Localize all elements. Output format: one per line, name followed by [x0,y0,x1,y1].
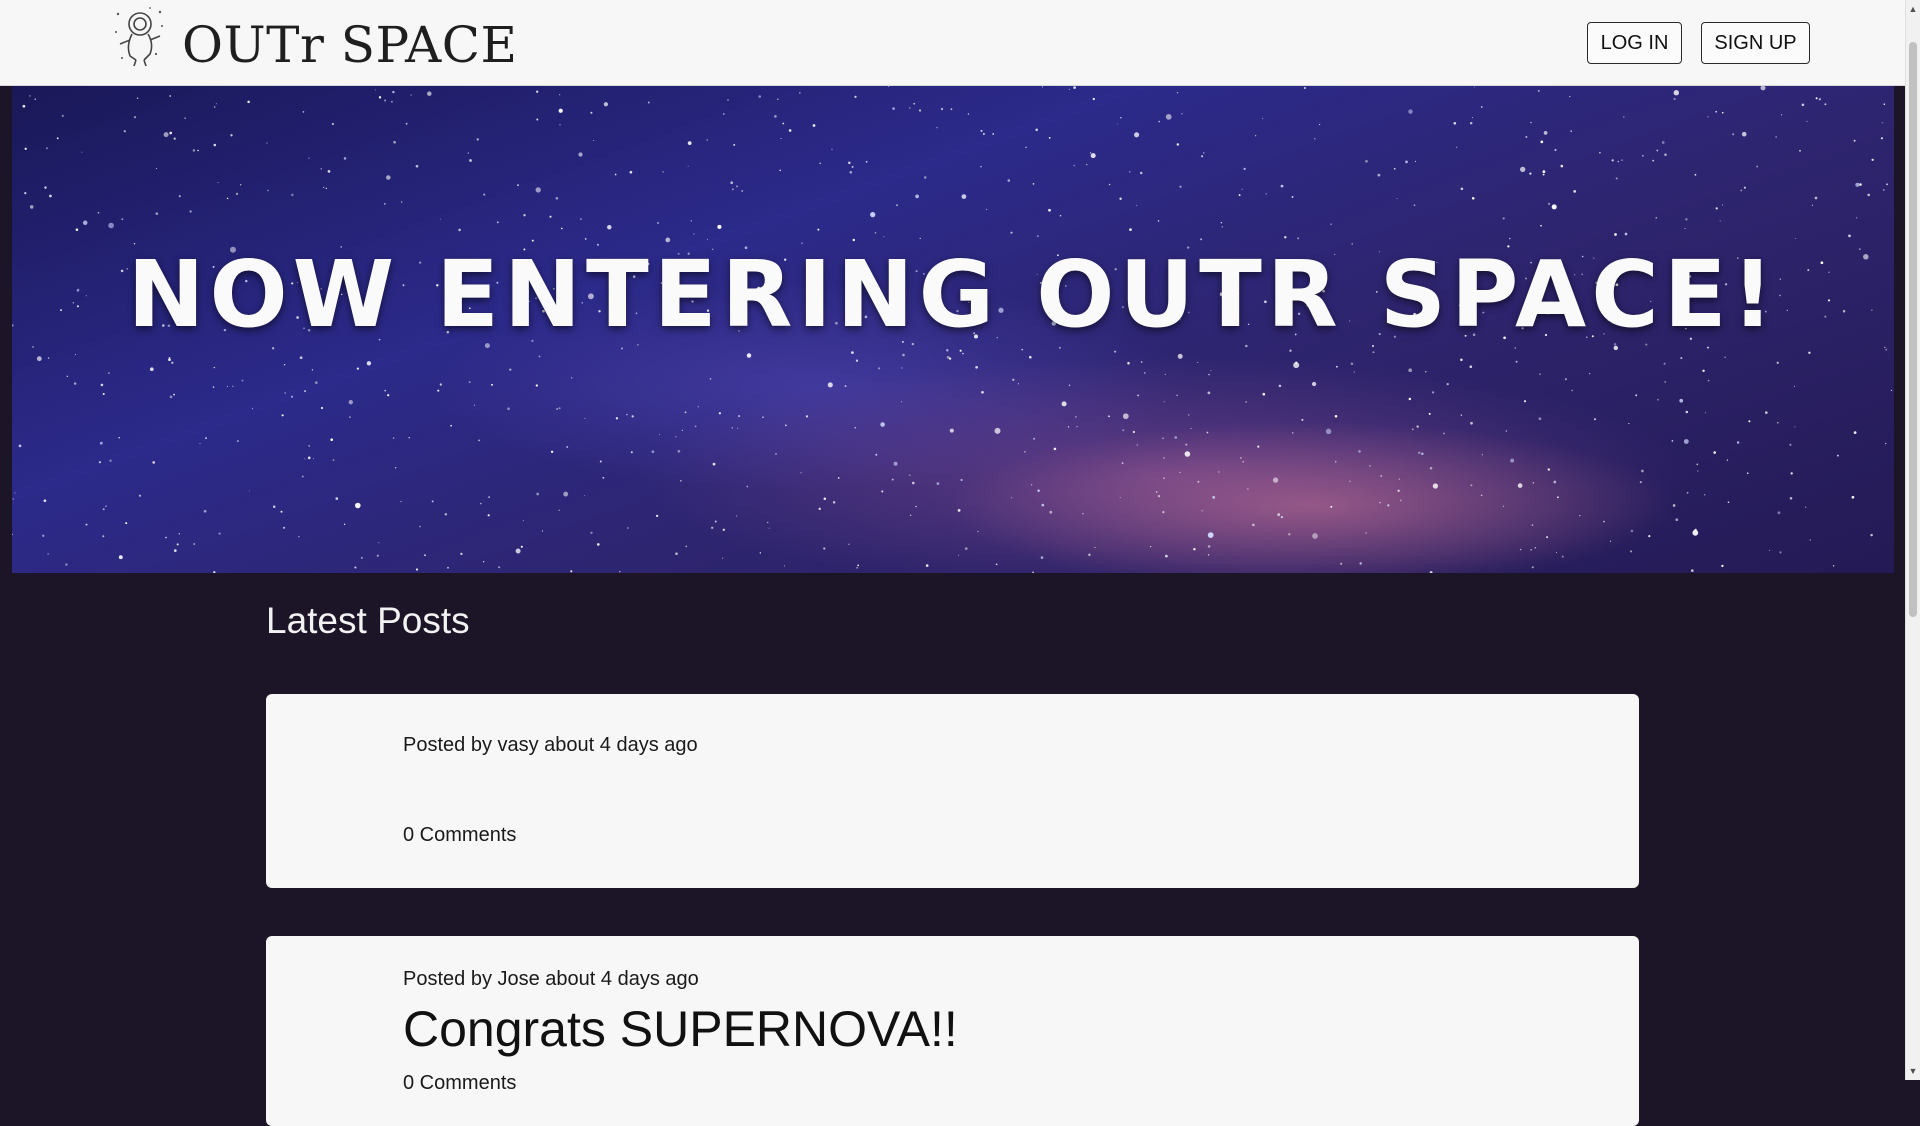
post-title[interactable]: Congrats SUPERNOVA!! [403,1000,958,1058]
scroll-down-icon[interactable]: ▼ [1908,1066,1918,1076]
post-card[interactable]: Posted by Jose about 4 days ago Congrats… [266,936,1639,1126]
top-navbar: OUTr SPACE LOG IN SIGN UP [0,0,1905,86]
signup-button[interactable]: SIGN UP [1701,22,1810,64]
astronaut-icon[interactable] [112,4,168,68]
hero-title: NOW ENTERING OUTR SPACE! [127,241,1779,348]
post-card[interactable]: Posted by vasy about 4 days ago 0 Commen… [266,694,1639,888]
brand-title[interactable]: OUTr SPACE [182,10,517,80]
login-button[interactable]: LOG IN [1587,22,1682,64]
post-meta: Posted by Jose about 4 days ago [403,968,699,990]
hero-banner: NOW ENTERING OUTR SPACE! [12,86,1894,573]
post-comments-link[interactable]: 0 Comments [403,1072,516,1095]
scrollbar-thumb[interactable] [1909,42,1917,617]
post-comments-link[interactable]: 0 Comments [403,824,516,847]
vertical-scrollbar[interactable]: ▲ ▼ [1905,0,1920,1080]
post-meta: Posted by vasy about 4 days ago [403,734,698,756]
latest-posts-heading: Latest Posts [266,600,470,641]
scroll-up-icon[interactable]: ▲ [1908,4,1918,14]
